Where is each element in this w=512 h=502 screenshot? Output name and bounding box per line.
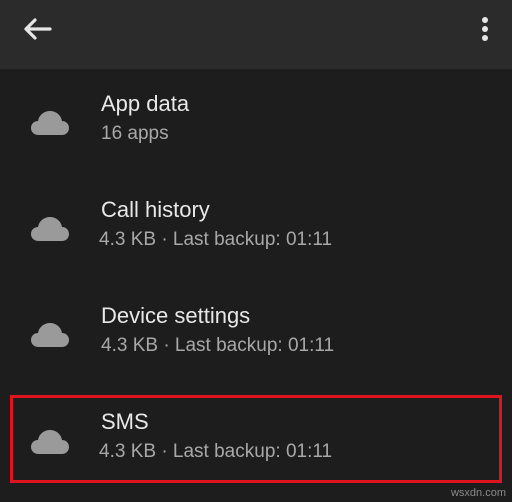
item-subtitle: 4.3 KB · Last backup: 01:11 [101, 335, 335, 356]
watermark: wsxdn.com [450, 487, 506, 499]
top-app-bar [0, 0, 512, 69]
item-title: SMS [101, 409, 149, 434]
list-item-app-data[interactable]: App data 16 apps [0, 69, 512, 173]
more-options-button[interactable] [468, 10, 502, 48]
item-title: Device settings [101, 303, 251, 328]
back-button[interactable] [16, 12, 60, 46]
more-vert-icon [482, 17, 488, 41]
list-item-call-history[interactable]: Call history 4.3 KB · Last backup: 01:11 [0, 175, 512, 279]
item-title: Call history [101, 197, 210, 222]
cloud-icon [31, 323, 69, 347]
arrow-back-icon [24, 18, 52, 40]
item-title: App data [101, 91, 190, 116]
item-subtitle: 4.3 KB · Last backup: 01:11 [99, 229, 333, 250]
cloud-icon [31, 111, 69, 135]
item-subtitle: 16 apps [101, 123, 169, 144]
list-item-device-settings[interactable]: Device settings 4.3 KB · Last backup: 01… [0, 281, 512, 385]
cloud-icon [31, 430, 69, 454]
list-item-sms[interactable]: SMS 4.3 KB · Last backup: 01:11 [0, 387, 512, 491]
cloud-icon [31, 217, 69, 241]
item-subtitle: 4.3 KB · Last backup: 01:11 [99, 441, 333, 462]
